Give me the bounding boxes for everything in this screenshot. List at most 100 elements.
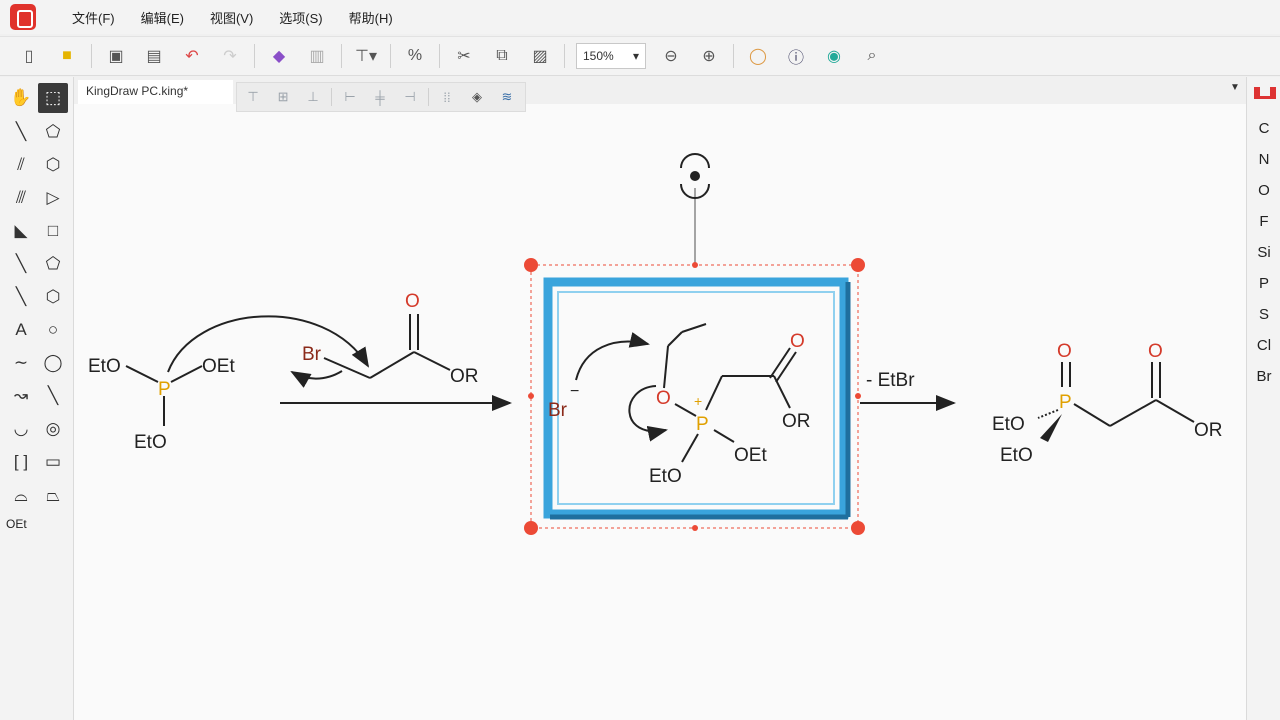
text-tool-icon[interactable]: A: [6, 315, 36, 345]
bold-bond-icon[interactable]: ╲: [6, 282, 36, 312]
chevron-down-icon: ▾: [632, 49, 639, 63]
ring-circle-icon[interactable]: ◯: [38, 348, 68, 378]
percent-icon[interactable]: %: [401, 42, 429, 70]
eraser-icon[interactable]: ◆: [265, 42, 293, 70]
element-p[interactable]: P: [1247, 270, 1280, 298]
element-s[interactable]: S: [1247, 301, 1280, 329]
rectangle-tool-icon[interactable]: ▭: [38, 447, 68, 477]
reactant-bromoacetate[interactable]: Br O OR: [302, 291, 479, 387]
ring-icon[interactable]: ◯: [744, 42, 772, 70]
menu-view[interactable]: 视图(V): [210, 8, 253, 27]
resize-handle[interactable]: [692, 262, 698, 268]
periodic-table-icon[interactable]: [1254, 87, 1276, 99]
bring-forward-icon[interactable]: ◈: [465, 86, 489, 108]
curved-electron-arrow[interactable]: [575, 332, 650, 381]
menu-options[interactable]: 选项(S): [279, 8, 322, 27]
drawing-canvas[interactable]: EtO P OEt EtO Br O OR Br − O P + O OR Et…: [74, 104, 1246, 720]
single-bond-icon[interactable]: ╲: [6, 117, 36, 147]
arrow-curve-icon[interactable]: ↝: [6, 381, 36, 411]
cyclohexane-icon[interactable]: ⬡: [38, 150, 68, 180]
zoom-select[interactable]: 150% ▾: [576, 43, 646, 69]
element-c[interactable]: C: [1247, 115, 1280, 143]
hexagon-ring-icon[interactable]: ⬡: [38, 282, 68, 312]
shape-tool-icon[interactable]: ⏢: [38, 481, 68, 511]
triple-bond-icon[interactable]: ⫻: [6, 183, 36, 213]
resize-handle[interactable]: [851, 258, 865, 272]
redo-icon[interactable]: ↷: [216, 42, 244, 70]
element-o[interactable]: O: [1247, 177, 1280, 205]
element-cl[interactable]: Cl: [1247, 332, 1280, 360]
rotate-handle[interactable]: [690, 171, 700, 181]
toolbar-divider: [254, 44, 255, 68]
menu-file[interactable]: 文件(F): [72, 8, 115, 27]
align-right-icon[interactable]: ⊣: [398, 86, 422, 108]
hash-bond-icon[interactable]: ╲: [6, 249, 36, 279]
oxygen-atom: O: [1057, 341, 1072, 362]
toolbar-divider: [564, 44, 565, 68]
menu-edit[interactable]: 编辑(E): [141, 8, 184, 27]
zoom-out-icon[interactable]: ⊖: [657, 42, 685, 70]
zoom-in-icon[interactable]: ⊕: [695, 42, 723, 70]
wedge-bond-icon[interactable]: ◣: [6, 216, 36, 246]
toolbar-divider: [733, 44, 734, 68]
triangle-ring-icon[interactable]: ▷: [38, 183, 68, 213]
info-icon[interactable]: ⓘ: [782, 42, 810, 70]
align-left-icon[interactable]: ⊢: [338, 86, 362, 108]
curve-tool-icon[interactable]: ∼: [6, 348, 36, 378]
bromine-atom: Br: [302, 344, 322, 365]
resize-handle[interactable]: [855, 393, 861, 399]
document-tab[interactable]: KingDraw PC.king*: [78, 80, 233, 104]
align-top-icon[interactable]: ⊤: [241, 86, 265, 108]
template-tool-icon[interactable]: ⌓: [6, 481, 36, 511]
undo-icon[interactable]: ↶: [178, 42, 206, 70]
hand-tool-icon[interactable]: ✋: [6, 83, 36, 113]
paste-icon[interactable]: ▨: [526, 42, 554, 70]
align-middle-icon[interactable]: ⊞: [271, 86, 295, 108]
align-bottom-icon[interactable]: ⊥: [301, 86, 325, 108]
circle-icon[interactable]: ○: [38, 315, 68, 345]
eto-label: EtO: [649, 466, 682, 487]
resize-handle[interactable]: [692, 525, 698, 531]
double-bond-icon[interactable]: ⫽: [6, 150, 36, 180]
save-icon[interactable]: ▣: [102, 42, 130, 70]
align-icon[interactable]: ⊤▾: [352, 42, 380, 70]
distribute-icon[interactable]: ⁞⁞: [435, 86, 459, 108]
eto-label: EtO: [992, 414, 1025, 435]
curved-electron-arrow[interactable]: [290, 370, 343, 388]
new-file-icon[interactable]: ▯: [15, 42, 43, 70]
line-tool-icon[interactable]: ╲: [38, 381, 68, 411]
selection-box[interactable]: [524, 153, 865, 535]
element-f[interactable]: F: [1247, 208, 1280, 236]
oet-group-label[interactable]: OEt: [6, 517, 27, 531]
panel-toggle-icon[interactable]: ▼: [1230, 82, 1244, 96]
resize-handle[interactable]: [528, 393, 534, 399]
intermediate-phosphonium[interactable]: Br − O P + O OR EtO OEt: [548, 323, 811, 487]
arc-tool-icon[interactable]: ◡: [6, 414, 36, 444]
element-n[interactable]: N: [1247, 146, 1280, 174]
element-br[interactable]: Br: [1247, 363, 1280, 391]
oxygen-atom: O: [656, 388, 671, 409]
menu-help[interactable]: 帮助(H): [349, 8, 393, 27]
copy-icon[interactable]: ⧉: [488, 42, 516, 70]
product-phosphonate[interactable]: O P O OR EtO EtO: [992, 341, 1223, 466]
main-toolbar: ▯ ■ ▣ ▤ ↶ ↷ ◆ ▥ ⊤▾ % ✂ ⧉ ▨ 150% ▾ ⊖ ⊕ ◯ …: [0, 36, 1280, 76]
delete-icon[interactable]: ▥: [303, 42, 331, 70]
reactant-phosphite[interactable]: EtO P OEt EtO: [88, 356, 235, 453]
resize-handle[interactable]: [851, 521, 865, 535]
selection-tool-icon[interactable]: ⬚: [38, 83, 68, 113]
save-as-icon[interactable]: ▤: [140, 42, 168, 70]
cut-icon[interactable]: ✂: [450, 42, 478, 70]
bracket-tool-icon[interactable]: [ ]: [6, 447, 36, 477]
orbital-icon[interactable]: ◎: [38, 414, 68, 444]
square-ring-icon[interactable]: □: [38, 216, 68, 246]
open-folder-icon[interactable]: ■: [53, 42, 81, 70]
resize-handle[interactable]: [524, 521, 538, 535]
resize-handle[interactable]: [524, 258, 538, 272]
3d-icon[interactable]: ◉: [820, 42, 848, 70]
align-center-icon[interactable]: ╪: [368, 86, 392, 108]
layers-icon[interactable]: ≋: [495, 86, 519, 108]
search-icon[interactable]: ⌕: [858, 42, 886, 70]
cyclopentane-icon[interactable]: ⬠: [38, 117, 68, 147]
pentagon-ring-icon[interactable]: ⬠: [38, 249, 68, 279]
element-si[interactable]: Si: [1247, 239, 1280, 267]
